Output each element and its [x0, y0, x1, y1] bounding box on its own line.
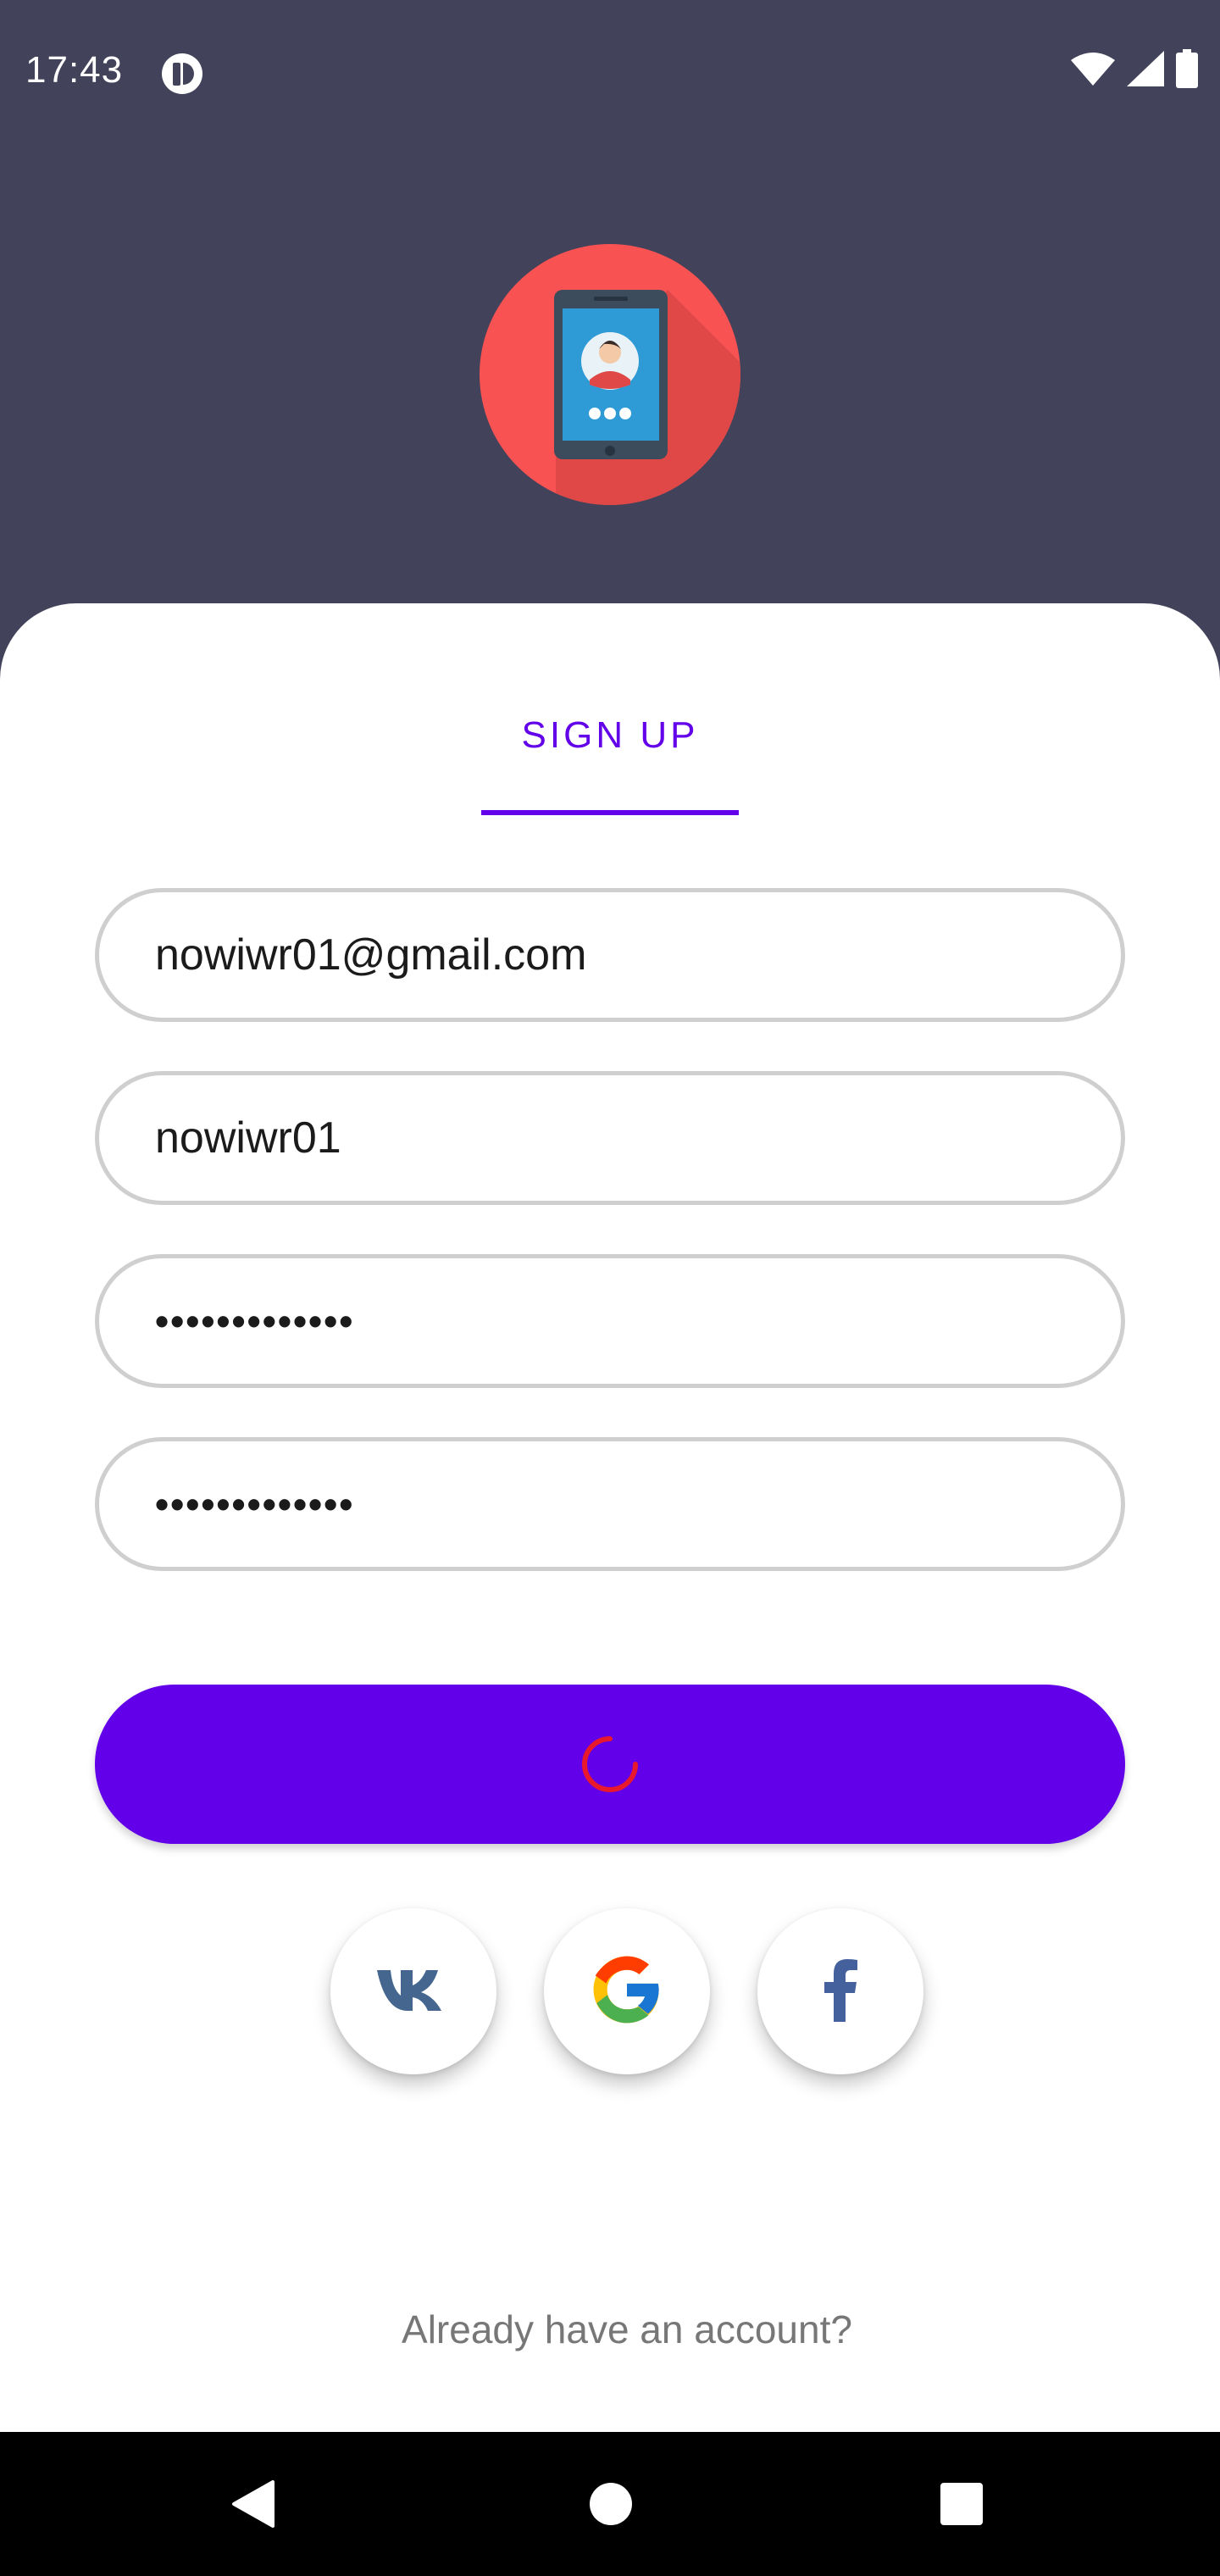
battery-icon: [1176, 49, 1198, 88]
username-field-value: nowiwr01: [155, 1113, 341, 1163]
already-have-account-link[interactable]: Already have an account?: [0, 2307, 1220, 2352]
password-field[interactable]: •••••••••••••: [95, 1254, 1125, 1388]
signup-card: SIGN UP nowiwr01@gmail.com nowiwr01 ••••…: [0, 603, 1220, 2432]
email-field-value: nowiwr01@gmail.com: [155, 930, 587, 980]
facebook-icon: [822, 1957, 859, 2026]
username-field[interactable]: nowiwr01: [95, 1071, 1125, 1205]
vk-icon: [375, 1967, 452, 2017]
wifi-icon: [1071, 52, 1115, 86]
tab-sign-up[interactable]: SIGN UP: [481, 697, 739, 815]
home-icon[interactable]: [588, 2479, 634, 2534]
facebook-login-button[interactable]: [757, 1908, 923, 2074]
tab-indicator: [481, 810, 739, 815]
loading-spinner-icon: [582, 1736, 638, 1792]
notification-icon: [161, 53, 203, 95]
status-bar: 17:43: [0, 0, 1220, 144]
google-icon: [591, 1953, 663, 2030]
phone-contact-icon: [480, 244, 740, 505]
sign-up-button[interactable]: [95, 1685, 1125, 1844]
vk-login-button[interactable]: [330, 1908, 496, 2074]
tab-sign-up-label: SIGN UP: [521, 714, 699, 756]
status-icons: [1071, 49, 1198, 88]
confirm-password-field-value: •••••••••••••: [155, 1482, 355, 1526]
google-login-button[interactable]: [544, 1908, 710, 2074]
back-icon[interactable]: [230, 2479, 276, 2534]
recents-icon[interactable]: [939, 2479, 984, 2534]
navigation-bar: [0, 2432, 1220, 2576]
status-time: 17:43: [25, 49, 124, 91]
cell-signal-icon: [1127, 51, 1164, 86]
confirm-password-field[interactable]: •••••••••••••: [95, 1437, 1125, 1571]
password-field-value: •••••••••••••: [155, 1299, 355, 1343]
email-field[interactable]: nowiwr01@gmail.com: [95, 888, 1125, 1022]
